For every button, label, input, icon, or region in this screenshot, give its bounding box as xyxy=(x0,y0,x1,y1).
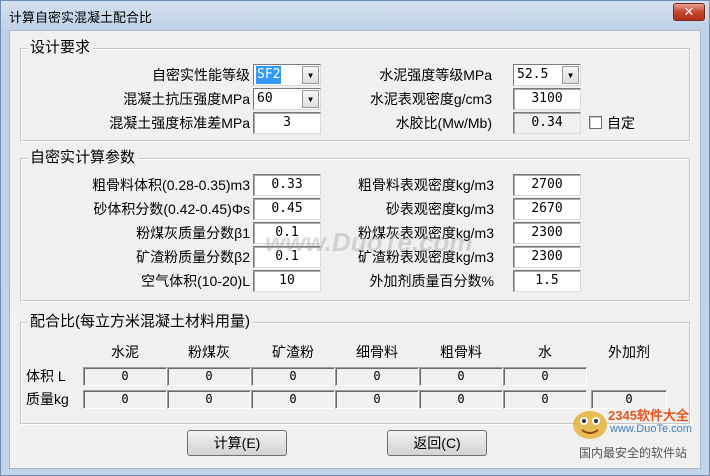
sc-grade-select[interactable]: SF2 ▼ xyxy=(253,64,321,86)
coarse-density-field[interactable]: 2700 xyxy=(513,174,581,196)
air-volume-field[interactable]: 10 xyxy=(253,270,321,292)
mass-cell: 0 xyxy=(167,390,251,409)
mass-cell: 0 xyxy=(83,390,167,409)
sc-grade-value: SF2 xyxy=(256,66,282,84)
coarse-volume-field[interactable]: 0.33 xyxy=(253,174,321,196)
design-legend: 设计要求 xyxy=(27,40,94,56)
chevron-down-icon[interactable]: ▼ xyxy=(562,66,579,84)
sand-fraction-field[interactable]: 0.45 xyxy=(253,198,321,220)
center-watermark: www.DuoTe.com xyxy=(265,227,473,257)
volume-cell: 0 xyxy=(419,367,503,386)
mass-row-label: 质量kg xyxy=(26,391,69,407)
volume-row-label: 体积 L xyxy=(26,368,66,384)
column-header: 粗骨料 xyxy=(440,344,482,360)
brand-logo-icon xyxy=(573,411,607,439)
column-header: 矿渣粉 xyxy=(272,344,314,360)
column-header: 外加剂 xyxy=(608,344,650,360)
cement-density-label: 水泥表观密度g/cm3 xyxy=(369,91,492,107)
param-label: 外加剂质量百分数% xyxy=(369,273,494,289)
cement-grade-select[interactable]: 52.5 ▼ xyxy=(513,64,581,86)
param-label: 砂体积分数(0.42-0.45)Φs xyxy=(93,201,250,217)
window-title: 计算自密实混凝土配合比 xyxy=(9,11,153,26)
param-label: 砂表观密度kg/m3 xyxy=(385,201,494,217)
mass-cell: 0 xyxy=(419,390,503,409)
cement-density-field[interactable]: 3100 xyxy=(513,88,581,110)
close-icon: ✕ xyxy=(683,4,695,20)
std-dev-field[interactable]: 3 xyxy=(253,112,321,134)
close-button[interactable]: ✕ xyxy=(673,3,705,21)
volume-cell: 0 xyxy=(167,367,251,386)
dialog-client: 设计要求 自密实性能等级 SF2 ▼ 混凝土抗压强度MPa 60 ▼ 混凝土强度… xyxy=(9,30,701,469)
admixture-percent-field[interactable]: 1.5 xyxy=(513,270,581,292)
chevron-down-icon[interactable]: ▼ xyxy=(302,90,319,108)
wb-ratio-label: 水胶比(Mw/Mb) xyxy=(395,115,492,131)
flyash-density-field[interactable]: 2300 xyxy=(513,222,581,244)
volume-cell: 0 xyxy=(83,367,167,386)
brand-tagline: 国内最安全的软件站 xyxy=(579,446,688,460)
volume-cell: 0 xyxy=(251,367,335,386)
brand-text: 2345软件大全 xyxy=(608,408,689,423)
volume-cell: 0 xyxy=(335,367,419,386)
param-label: 空气体积(10-20)L xyxy=(141,273,250,289)
std-dev-label: 混凝土强度标准差MPa xyxy=(109,115,250,131)
param-label: 粗骨料表观密度kg/m3 xyxy=(357,177,494,193)
column-header: 细骨料 xyxy=(356,344,398,360)
param-label: 矿渣粉质量分数β2 xyxy=(136,249,250,265)
main-window: 计算自密实混凝土配合比 ✕ 设计要求 自密实性能等级 SF2 ▼ 混凝土抗压强度… xyxy=(0,0,710,476)
param-label: 粉煤灰质量分数β1 xyxy=(136,225,250,241)
column-header: 水泥 xyxy=(111,344,139,360)
volume-cell: 0 xyxy=(503,367,587,386)
param-label: 粗骨料体积(0.28-0.35)m3 xyxy=(92,177,250,193)
comp-strength-label: 混凝土抗压强度MPa xyxy=(123,91,250,107)
column-header: 水 xyxy=(538,344,552,360)
comp-strength-value: 60 xyxy=(257,91,273,106)
chevron-down-icon[interactable]: ▼ xyxy=(302,66,319,84)
title-bar[interactable]: 计算自密实混凝土配合比 ✕ xyxy=(1,1,709,29)
mass-cell: 0 xyxy=(335,390,419,409)
cement-grade-value: 52.5 xyxy=(517,67,549,82)
wb-ratio-field[interactable]: 0.34 xyxy=(513,112,581,134)
slag-density-field[interactable]: 2300 xyxy=(513,246,581,268)
mix-legend: 配合比(每立方米混凝土材料用量) xyxy=(27,314,253,330)
sand-density-field[interactable]: 2670 xyxy=(513,198,581,220)
sc-grade-label: 自密实性能等级 xyxy=(152,67,250,83)
mass-cell: 0 xyxy=(251,390,335,409)
cement-grade-label: 水泥强度等级MPa xyxy=(379,67,492,83)
custom-label[interactable]: 自定 xyxy=(607,113,635,133)
comp-strength-select[interactable]: 60 ▼ xyxy=(253,88,321,110)
calculate-button[interactable]: 计算(E) xyxy=(187,430,287,456)
brand-url: www.DuoTe.com xyxy=(610,423,692,435)
back-button[interactable]: 返回(C) xyxy=(387,430,487,456)
params-legend: 自密实计算参数 xyxy=(27,150,139,166)
custom-checkbox[interactable] xyxy=(589,116,602,129)
column-header: 粉煤灰 xyxy=(188,344,230,360)
